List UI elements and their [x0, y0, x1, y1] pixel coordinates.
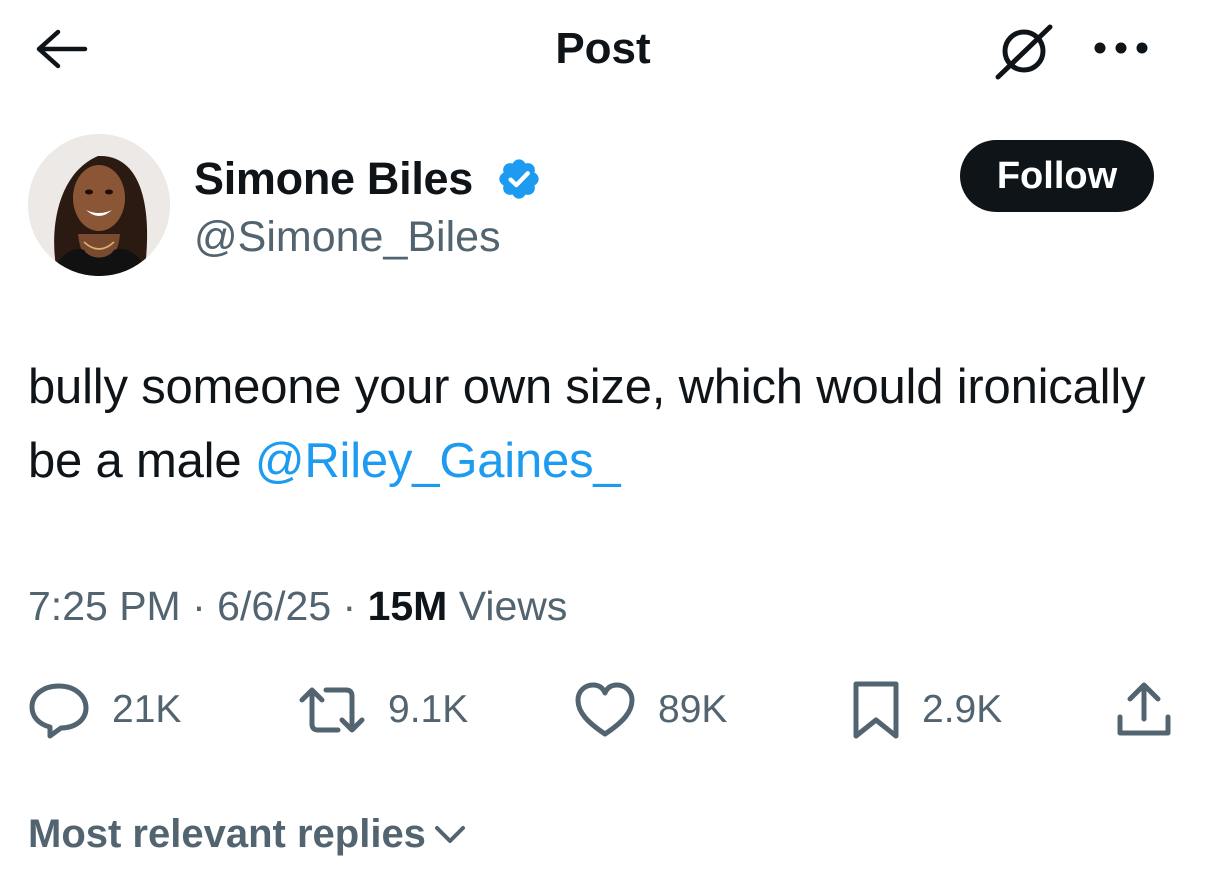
- like-count: 89K: [658, 688, 728, 731]
- bookmark-count: 2.9K: [922, 688, 1003, 731]
- tweet-time[interactable]: 7:25 PM: [28, 583, 181, 629]
- reply-icon: [29, 683, 89, 739]
- top-bar: Post: [0, 0, 1206, 100]
- bookmark-button[interactable]: 2.9K: [850, 670, 1002, 750]
- meta-separator: ·: [180, 583, 218, 629]
- more-horizontal-icon: [1094, 42, 1148, 54]
- views-count[interactable]: 15M: [368, 583, 448, 629]
- grok-icon: [995, 24, 1053, 80]
- grok-button[interactable]: [988, 18, 1060, 84]
- verified-badge-icon: [499, 159, 539, 199]
- more-button[interactable]: [1088, 28, 1154, 68]
- views-label: Views: [447, 583, 568, 629]
- like-button[interactable]: 89K: [572, 670, 727, 750]
- avatar[interactable]: [28, 134, 170, 276]
- follow-button[interactable]: Follow: [960, 140, 1154, 212]
- repost-button[interactable]: 9.1K: [296, 670, 468, 750]
- share-icon: [1117, 682, 1171, 736]
- replies-sort-label: Most relevant replies: [28, 812, 426, 856]
- reply-count: 21K: [112, 688, 182, 731]
- replies-sort-dropdown[interactable]: Most relevant replies: [28, 804, 468, 864]
- mention-link[interactable]: @Riley_Gaines_: [255, 434, 621, 488]
- chevron-down-icon: [434, 826, 465, 843]
- author-handle[interactable]: @Simone_Biles: [194, 210, 501, 264]
- reply-button[interactable]: 21K: [26, 670, 181, 750]
- action-bar: 21K 9.1K 89K 2.9K: [0, 670, 1206, 750]
- tweet-meta: 7:25 PM · 6/6/25 · 15M Views: [28, 576, 567, 636]
- bookmark-icon: [853, 681, 899, 739]
- repost-icon: [299, 687, 365, 733]
- repost-count: 9.1K: [388, 688, 469, 731]
- avatar-image: [28, 134, 170, 276]
- tweet-text: bully someone your own size, which would…: [28, 350, 1168, 498]
- share-button[interactable]: [1112, 670, 1176, 750]
- author-row: Simone Biles @Simone_Biles Follow: [28, 134, 1178, 284]
- author-name[interactable]: Simone Biles: [194, 152, 473, 206]
- heart-icon: [575, 682, 635, 737]
- tweet-date[interactable]: 6/6/25: [217, 583, 331, 629]
- meta-separator: ·: [331, 583, 368, 629]
